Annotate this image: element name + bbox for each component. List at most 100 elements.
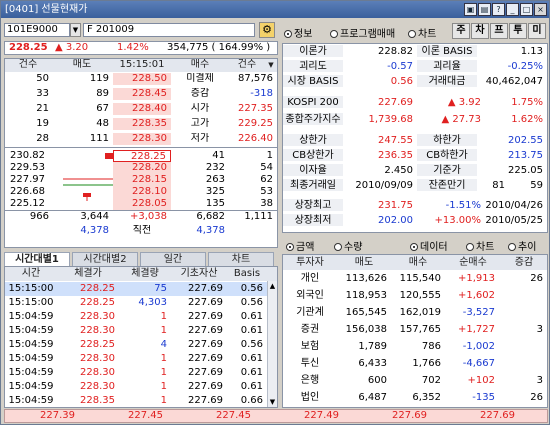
bid-price[interactable]: 228.25 <box>113 150 171 162</box>
time-table-scrollbar[interactable]: ▲ ▼ <box>267 281 277 407</box>
investor-row[interactable]: 법인 6,487 6,352 -135 26 <box>283 391 547 405</box>
scroll-down-icon[interactable]: ▼ <box>268 397 277 407</box>
header-dropdown-icon[interactable]: ▼ <box>266 59 276 71</box>
investor-net: -1,002 <box>462 341 495 352</box>
investor-row[interactable]: 외국인 118,953 120,555 +1,602 <box>283 289 547 303</box>
investor-change <box>501 340 543 352</box>
trade-qty: 1 <box>160 353 167 364</box>
tab-3[interactable]: 차트 <box>208 252 274 266</box>
bid-price[interactable]: 228.10 <box>113 186 171 198</box>
tab-0[interactable]: 시간대별1 <box>4 252 70 266</box>
header-count-ask: 건수 <box>18 59 38 70</box>
base-price: 227.69 <box>188 381 223 392</box>
ask-price[interactable]: 228.50 <box>113 73 171 85</box>
radio-chart[interactable]: 차트 <box>408 25 436 40</box>
trade-time: 15:04:59 <box>8 381 54 392</box>
ask-qty: 48 <box>96 118 109 129</box>
time-row[interactable]: 15:04:59 228.30 1 227.69 0.61 <box>5 310 267 324</box>
minimize-icon[interactable]: _ <box>506 3 519 16</box>
bid-count: 38 <box>260 198 273 209</box>
time-table: 시간 체결가 체결량 기초자산 Basis ▲ ▼ 15:15:00 228.25… <box>4 266 278 408</box>
investor-name: 보험 <box>300 341 320 352</box>
maximize-icon[interactable]: □ <box>520 3 533 16</box>
tab-1[interactable]: 시간대별2 <box>72 252 138 266</box>
investor-change <box>501 357 543 369</box>
investor-sell: 6,433 <box>358 358 387 369</box>
info-label: 이론 BASIS <box>417 45 477 57</box>
investor-net: -3,527 <box>462 307 495 318</box>
investor-row[interactable]: 은행 600 702 +102 3 <box>283 374 547 388</box>
summary-right: 4,378 <box>196 225 225 236</box>
window-title: [0401] 선물현재가 <box>5 4 88 15</box>
investor-row[interactable]: 기관계 165,545 162,019 -3,527 <box>283 306 547 320</box>
radio-inv-chart[interactable]: 차트 <box>466 238 494 253</box>
side-button-4[interactable]: 미 <box>528 23 546 39</box>
bid-price[interactable]: 228.20 <box>113 162 171 174</box>
radio-trend[interactable]: 추이 <box>508 238 536 253</box>
time-row[interactable]: 15:04:59 228.30 1 227.69 0.61 <box>5 380 267 394</box>
bid-price[interactable]: 228.15 <box>113 174 171 186</box>
time-row[interactable]: 15:15:00 228.25 75 227.69 0.56 <box>5 282 267 296</box>
highlow-date: 2010/04/26 <box>485 200 543 211</box>
investor-row[interactable]: 증권 156,038 157,765 +1,727 3 <box>283 323 547 337</box>
strip-price: 227.39 <box>40 410 75 421</box>
side-button-3[interactable]: 투 <box>509 23 527 39</box>
investor-header: 투자자 매도 매수 순매수 증감 <box>283 255 547 270</box>
ask-price[interactable]: 228.30 <box>113 133 171 145</box>
radio-info[interactable]: 정보 <box>284 25 312 40</box>
time-row[interactable]: 15:04:59 228.35 1 227.69 0.66 <box>5 394 267 408</box>
total-net: +3,038 <box>129 211 167 222</box>
time-table-header: 시간 체결가 체결량 기초자산 Basis <box>5 267 277 281</box>
investor-sell: 1,789 <box>358 341 387 352</box>
radio-data[interactable]: 데이터 <box>410 238 448 253</box>
radio-amount-label: 금액 <box>296 242 315 253</box>
radio-program[interactable]: 프로그램매매 <box>330 25 395 40</box>
col-basis: Basis <box>233 268 261 279</box>
trade-time: 15:15:00 <box>8 283 54 294</box>
ask-price[interactable]: 228.45 <box>113 88 171 100</box>
time-row[interactable]: 15:04:59 228.25 4 227.69 0.56 <box>5 338 267 352</box>
index-change: ▲ 3.92 <box>447 97 481 108</box>
code-input[interactable]: 101E9000 <box>4 23 70 37</box>
trade-time: 15:04:59 <box>8 311 54 322</box>
highlow-label: 상장최저 <box>283 214 343 226</box>
radio-data-label: 데이터 <box>420 242 448 253</box>
side-button-0[interactable]: 주 <box>452 23 470 39</box>
orderbook-summary: 4,378 직전 4,378 <box>5 225 277 237</box>
info-value: -0.25% <box>507 61 543 72</box>
close-icon[interactable]: × <box>534 3 547 16</box>
ask-row: 21 67 228.40 시가 227.35 <box>5 103 277 115</box>
investor-row[interactable]: 투신 6,433 1,766 -4,667 <box>283 357 547 371</box>
bid-qty: 263 <box>205 174 225 185</box>
help-icon[interactable]: ? <box>492 3 505 16</box>
trade-time: 15:04:59 <box>8 353 54 364</box>
ask-price[interactable]: 228.35 <box>113 118 171 130</box>
investor-row[interactable]: 보험 1,789 786 -1,002 <box>283 340 547 354</box>
lock-icon[interactable]: ▤ <box>478 3 491 16</box>
investor-change: 26 <box>530 392 543 403</box>
time-row[interactable]: 15:04:59 228.30 1 227.69 0.61 <box>5 324 267 338</box>
radio-amount[interactable]: 금액 <box>286 238 314 253</box>
code-dropdown-icon[interactable]: ▼ <box>70 23 81 37</box>
bid-price[interactable]: 228.05 <box>113 198 171 210</box>
info-label: CB상한가 <box>283 149 343 161</box>
info-value: 40,462,047 <box>485 76 543 87</box>
ask-price[interactable]: 228.40 <box>113 103 171 115</box>
strip-price: 227.45 <box>128 410 163 421</box>
investor-options: 금액 수량 데이터 차트 추이 <box>282 237 548 253</box>
settings-gear-icon[interactable]: ⚙ <box>259 22 275 38</box>
base-price: 227.69 <box>188 367 223 378</box>
trade-qty: 1 <box>160 381 167 392</box>
time-row[interactable]: 15:15:00 228.25 4,303 227.69 0.56 <box>5 296 267 310</box>
side-button-1[interactable]: 차 <box>471 23 489 39</box>
time-row[interactable]: 15:04:59 228.30 1 227.69 0.61 <box>5 366 267 380</box>
trade-price: 228.25 <box>80 297 115 308</box>
radio-info-label: 정보 <box>294 29 313 40</box>
scroll-up-icon[interactable]: ▲ <box>268 281 277 291</box>
side-button-2[interactable]: 프 <box>490 23 508 39</box>
link-icon[interactable]: ▣ <box>464 3 477 16</box>
investor-row[interactable]: 개인 113,626 115,540 +1,913 26 <box>283 272 547 286</box>
radio-quantity[interactable]: 수량 <box>334 238 362 253</box>
time-row[interactable]: 15:04:59 228.30 1 227.69 0.61 <box>5 352 267 366</box>
tab-2[interactable]: 일간 <box>140 252 206 266</box>
